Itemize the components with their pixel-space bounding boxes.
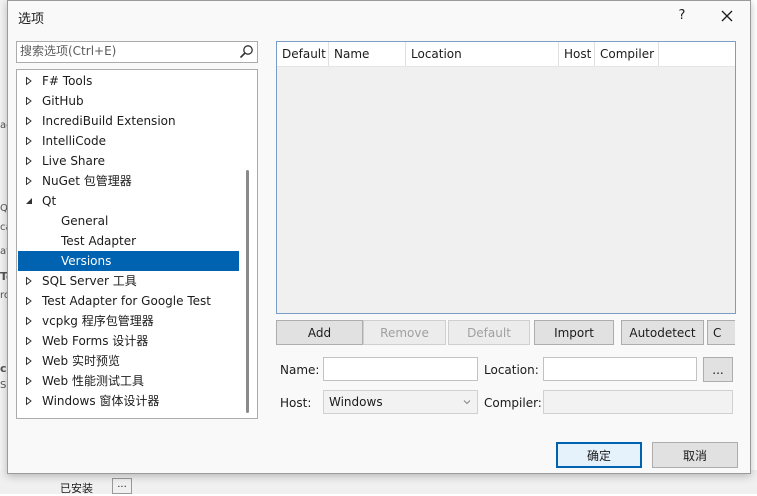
expand-arrow-icon[interactable] bbox=[24, 391, 34, 411]
location-field[interactable] bbox=[543, 357, 697, 381]
remove-button[interactable]: Remove bbox=[363, 320, 446, 345]
tree-item-qt-general[interactable]: General bbox=[18, 211, 239, 231]
column-header-default[interactable]: Default bbox=[277, 42, 329, 66]
tree-item-web-live-preview[interactable]: Web 实时预览 bbox=[18, 351, 239, 371]
tree-item-fsharp-tools[interactable]: F# Tools bbox=[18, 71, 239, 91]
help-button[interactable]: ? bbox=[670, 3, 694, 27]
tree-item-nuget[interactable]: NuGet 包管理器 bbox=[18, 171, 239, 191]
tree-item-sql-server[interactable]: SQL Server 工具 bbox=[18, 271, 239, 291]
tree-item-web-forms[interactable]: Web Forms 设计器 bbox=[18, 331, 239, 351]
import-button[interactable]: Import bbox=[534, 320, 614, 345]
expand-arrow-icon[interactable] bbox=[24, 271, 34, 291]
expand-arrow-icon[interactable] bbox=[24, 351, 34, 371]
host-label: Host: bbox=[280, 396, 312, 410]
tree-item-qt-test-adapter[interactable]: Test Adapter bbox=[18, 231, 239, 251]
tree-item-label: IncrediBuild Extension bbox=[42, 114, 176, 128]
collapse-arrow-icon[interactable] bbox=[24, 191, 34, 211]
options-tree[interactable]: F# Tools GitHub IncrediBuild Extension I… bbox=[16, 69, 258, 419]
column-header-name[interactable]: Name bbox=[329, 42, 406, 66]
tree-item-label: Web Forms 设计器 bbox=[42, 334, 149, 348]
tree-item-label: Live Share bbox=[42, 154, 105, 168]
compiler-label: Compiler: bbox=[484, 396, 542, 410]
tree-item-label: Test Adapter bbox=[61, 234, 137, 248]
background-more-button: ... bbox=[112, 478, 132, 494]
tree-item-label: IntelliCode bbox=[42, 134, 106, 148]
tree-item-label: NuGet 包管理器 bbox=[42, 174, 132, 188]
tree-item-test-adapter-google[interactable]: Test Adapter for Google Test bbox=[18, 291, 239, 311]
browse-button[interactable]: ... bbox=[703, 357, 733, 382]
tree-item-live-share[interactable]: Live Share bbox=[18, 151, 239, 171]
name-label: Name: bbox=[280, 363, 320, 377]
location-label: Location: bbox=[484, 363, 539, 377]
expand-arrow-icon[interactable] bbox=[24, 171, 34, 191]
tree-item-intellicode[interactable]: IntelliCode bbox=[18, 131, 239, 151]
tree-item-vcpkg[interactable]: vcpkg 程序包管理器 bbox=[18, 311, 239, 331]
search-input[interactable] bbox=[20, 43, 230, 59]
expand-arrow-icon[interactable] bbox=[24, 131, 34, 151]
tree-item-windows-forms[interactable]: Windows 窗体设计器 bbox=[18, 391, 239, 411]
tree-item-label: vcpkg 程序包管理器 bbox=[42, 314, 154, 328]
options-dialog: 选项 ? F# Tools GitHub IncrediBuild Extens… bbox=[7, 0, 751, 474]
clipped-button[interactable]: C bbox=[707, 320, 735, 345]
host-select-value: Windows bbox=[329, 395, 383, 409]
versions-table[interactable]: Default Name Location Host Compiler bbox=[276, 41, 736, 314]
expand-arrow-icon[interactable] bbox=[24, 331, 34, 351]
close-button[interactable] bbox=[712, 3, 742, 29]
versions-table-header: Default Name Location Host Compiler bbox=[277, 42, 735, 67]
cancel-button[interactable]: 取消 bbox=[652, 442, 738, 468]
autodetect-button[interactable]: Autodetect bbox=[621, 320, 704, 345]
search-icon[interactable] bbox=[238, 44, 254, 60]
tree-item-label: Windows 窗体设计器 bbox=[42, 394, 160, 408]
tree-item-label: Web 实时预览 bbox=[42, 354, 120, 368]
expand-arrow-icon[interactable] bbox=[24, 371, 34, 391]
background-text-fragment: S bbox=[0, 380, 7, 391]
tree-item-label: Qt bbox=[42, 194, 57, 208]
tree-item-github[interactable]: GitHub bbox=[18, 91, 239, 111]
tree-item-label: Versions bbox=[61, 254, 112, 268]
tree-item-label: F# Tools bbox=[42, 74, 93, 88]
default-button[interactable]: Default bbox=[448, 320, 530, 345]
tree-item-qt[interactable]: Qt bbox=[18, 191, 239, 211]
name-field[interactable] bbox=[323, 357, 478, 381]
dialog-title: 选项 bbox=[18, 12, 45, 27]
chevron-down-icon bbox=[463, 400, 471, 405]
tree-item-web-perf-test[interactable]: Web 性能测试工具 bbox=[18, 371, 239, 391]
tree-item-incredibuild[interactable]: IncrediBuild Extension bbox=[18, 111, 239, 131]
compiler-field[interactable] bbox=[543, 390, 733, 414]
tree-scrollbar-thumb[interactable] bbox=[246, 170, 249, 413]
expand-arrow-icon[interactable] bbox=[24, 151, 34, 171]
column-header-host[interactable]: Host bbox=[559, 42, 595, 66]
tree-item-label: SQL Server 工具 bbox=[42, 274, 137, 288]
tree-item-label: General bbox=[61, 214, 109, 228]
tree-item-label: Test Adapter for Google Test bbox=[42, 294, 211, 308]
expand-arrow-icon[interactable] bbox=[24, 311, 34, 331]
column-header-compiler[interactable]: Compiler bbox=[595, 42, 659, 66]
expand-arrow-icon[interactable] bbox=[24, 71, 34, 91]
host-select[interactable]: Windows bbox=[323, 390, 478, 414]
search-box bbox=[16, 41, 258, 63]
expand-arrow-icon[interactable] bbox=[24, 291, 34, 311]
ok-button[interactable]: 确定 bbox=[556, 442, 642, 468]
close-icon bbox=[721, 10, 733, 22]
add-button[interactable]: Add bbox=[276, 320, 363, 345]
tree-item-label: Web 性能测试工具 bbox=[42, 374, 144, 388]
column-header-location[interactable]: Location bbox=[406, 42, 559, 66]
tree-item-qt-versions[interactable]: Versions bbox=[18, 251, 239, 271]
tree-item-label: GitHub bbox=[42, 94, 84, 108]
expand-arrow-icon[interactable] bbox=[24, 111, 34, 131]
expand-arrow-icon[interactable] bbox=[24, 91, 34, 111]
